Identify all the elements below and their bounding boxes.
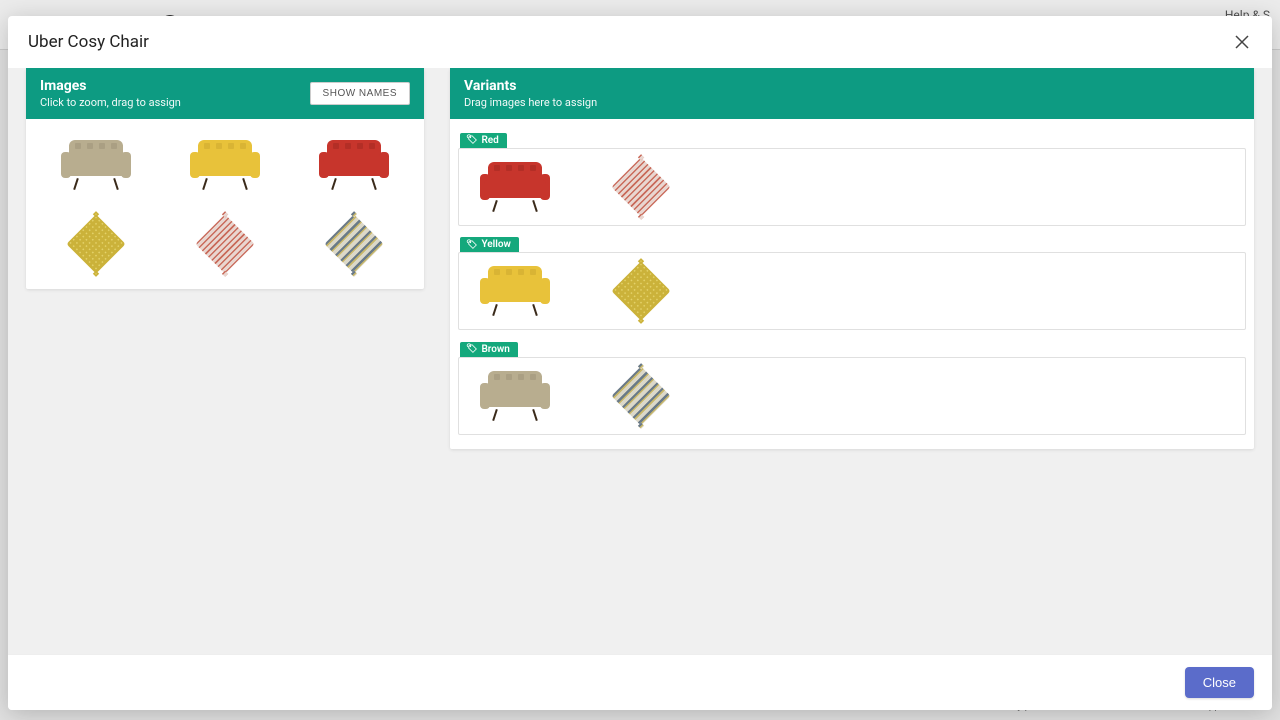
variants-panel-title: Variants — [464, 78, 597, 94]
image-thumb[interactable] — [163, 206, 288, 281]
variant-image[interactable] — [593, 257, 689, 325]
modal-header: Uber Cosy Chair — [8, 16, 1272, 68]
tag-icon: 🏷 — [466, 344, 477, 354]
variant-group: 🏷 Red — [458, 127, 1246, 226]
variant-group: 🏷 Brown — [458, 336, 1246, 435]
show-names-button[interactable]: SHOW NAMES — [310, 82, 410, 105]
image-thumb[interactable] — [291, 127, 416, 202]
image-thumb[interactable] — [291, 206, 416, 281]
variant-label: Yellow — [481, 239, 510, 250]
images-panel-title: Images — [40, 78, 181, 94]
variant-dropzone[interactable] — [458, 252, 1246, 330]
modal-footer: Close — [8, 654, 1272, 710]
close-button[interactable]: Close — [1185, 667, 1254, 698]
variant-image[interactable] — [467, 257, 563, 325]
tag-icon: 🏷 — [466, 135, 477, 145]
images-panel-header: Images Click to zoom, drag to assign SHO… — [26, 68, 424, 119]
image-thumb[interactable] — [34, 127, 159, 202]
variant-group: 🏷 Yellow — [458, 232, 1246, 331]
variant-tag[interactable]: 🏷 Yellow — [460, 237, 519, 252]
images-panel-subtitle: Click to zoom, drag to assign — [40, 96, 181, 109]
variant-tag[interactable]: 🏷 Red — [460, 133, 507, 148]
modal-title: Uber Cosy Chair — [28, 32, 149, 52]
product-modal: Uber Cosy Chair Images Click to zoom, dr… — [8, 16, 1272, 710]
images-panel: Images Click to zoom, drag to assign SHO… — [26, 68, 424, 289]
variant-label: Red — [481, 135, 498, 146]
variant-dropzone[interactable] — [458, 357, 1246, 435]
variant-image[interactable] — [467, 362, 563, 430]
image-grid — [34, 127, 416, 281]
variant-tag[interactable]: 🏷 Brown — [460, 342, 518, 357]
variants-panel-subtitle: Drag images here to assign — [464, 96, 597, 109]
image-thumb[interactable] — [34, 206, 159, 281]
tag-icon: 🏷 — [466, 240, 477, 250]
variants-body: 🏷 Red 🏷 Yellow 🏷 Brown — [450, 119, 1254, 449]
variants-panel: Variants Drag images here to assign 🏷 Red… — [450, 68, 1254, 449]
image-thumb[interactable] — [163, 127, 288, 202]
variants-panel-header: Variants Drag images here to assign — [450, 68, 1254, 119]
variant-image[interactable] — [593, 153, 689, 221]
variant-dropzone[interactable] — [458, 148, 1246, 226]
variant-image[interactable] — [593, 362, 689, 430]
variant-image[interactable] — [467, 153, 563, 221]
variant-label: Brown — [481, 344, 509, 355]
close-icon[interactable] — [1232, 32, 1252, 52]
